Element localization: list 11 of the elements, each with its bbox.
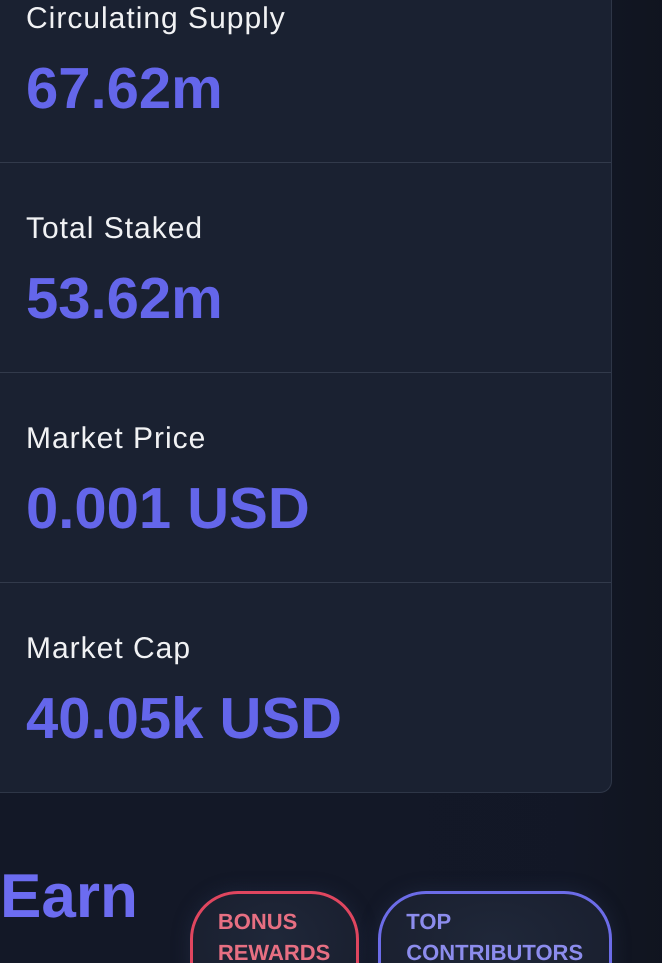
stat-value: 0.001 USD (26, 475, 310, 541)
stat-value: 40.05k USD (26, 685, 342, 751)
stat-value: 67.62m (26, 55, 223, 121)
stat-label: Market Price (26, 421, 206, 457)
stat-label: Total Staked (26, 211, 204, 247)
section-heading: Earn (0, 863, 138, 931)
stat-label: Circulating Supply (26, 1, 286, 37)
filter-button[interactable]: BONUS REWARDS (190, 891, 360, 963)
stat-value: 53.62m (26, 265, 223, 331)
stat-label: Market Cap (26, 631, 192, 667)
filter-button[interactable]: TOP CONTRIBUTORS (378, 891, 612, 963)
